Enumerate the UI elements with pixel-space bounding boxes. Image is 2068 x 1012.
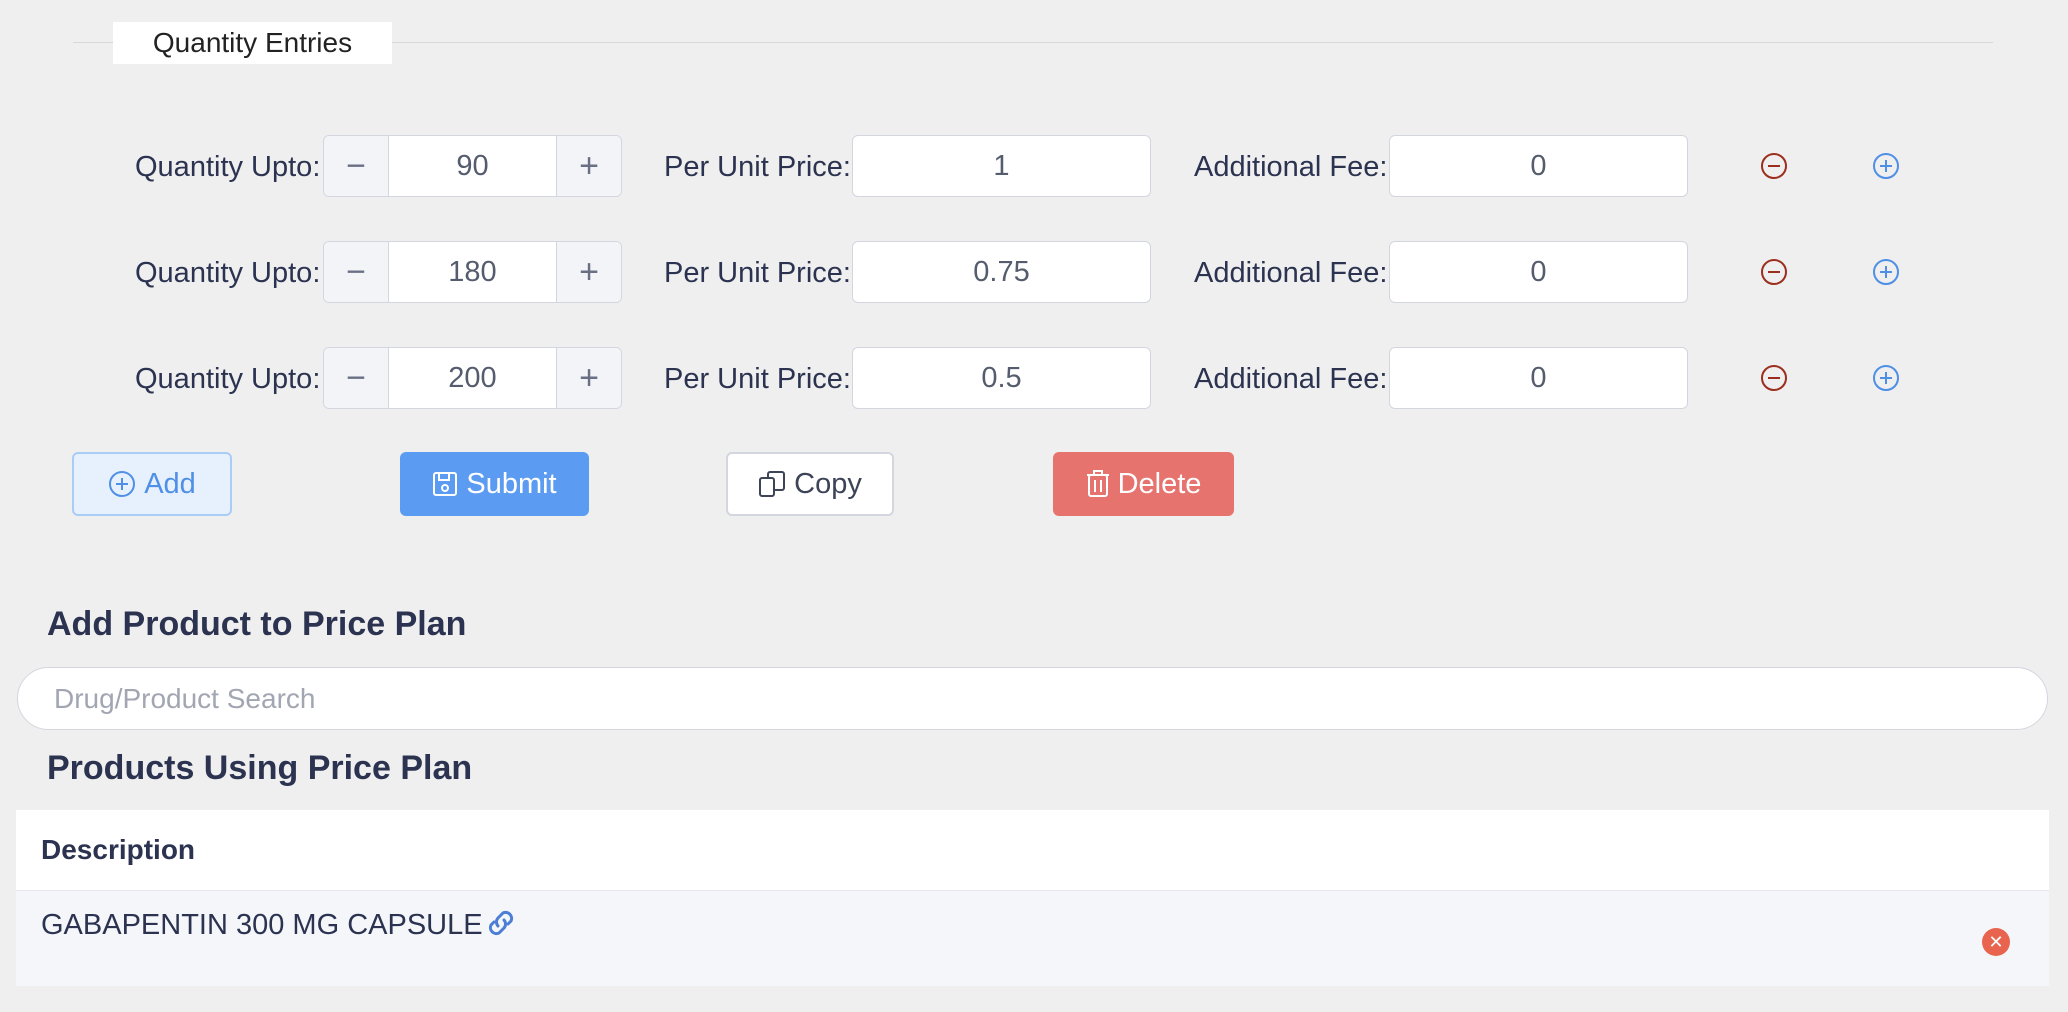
delete-button-label: Delete bbox=[1117, 467, 1202, 500]
products-title: Products Using Price Plan bbox=[47, 749, 473, 787]
additional-fee-input[interactable]: 0 bbox=[1389, 347, 1688, 409]
plus-icon: + bbox=[579, 252, 599, 291]
table-row: GABAPENTIN 300 MG CAPSULE ✕ bbox=[16, 891, 2049, 986]
add-row-icon[interactable] bbox=[1873, 365, 1899, 391]
add-row-icon[interactable] bbox=[1873, 153, 1899, 179]
per-unit-price-label: Per Unit Price: bbox=[664, 151, 851, 183]
quantity-entries-legend: Quantity Entries bbox=[113, 22, 392, 64]
increment-button[interactable]: + bbox=[556, 136, 621, 196]
per-unit-price-label: Per Unit Price: bbox=[664, 257, 851, 289]
add-button-label: Add bbox=[144, 467, 196, 500]
add-product-title: Add Product to Price Plan bbox=[47, 605, 467, 643]
copy-button[interactable]: Copy bbox=[726, 452, 894, 516]
remove-row-icon[interactable] bbox=[1761, 365, 1787, 391]
plus-icon: + bbox=[579, 146, 599, 185]
submit-button[interactable]: Submit bbox=[400, 452, 589, 516]
plus-icon: + bbox=[579, 358, 599, 397]
decrement-button[interactable]: − bbox=[324, 348, 389, 408]
minus-icon: − bbox=[346, 146, 366, 185]
additional-fee-label: Additional Fee: bbox=[1194, 363, 1388, 395]
copy-icon bbox=[759, 471, 786, 497]
increment-button[interactable]: + bbox=[556, 242, 621, 302]
per-unit-price-label: Per Unit Price: bbox=[664, 363, 851, 395]
per-unit-price-input[interactable]: 1 bbox=[852, 135, 1151, 197]
decrement-button[interactable]: − bbox=[324, 136, 389, 196]
submit-button-label: Submit bbox=[466, 467, 557, 500]
plus-circle-icon bbox=[109, 471, 136, 497]
quantity-upto-label: Quantity Upto: bbox=[135, 257, 321, 289]
quantity-upto-label: Quantity Upto: bbox=[135, 151, 321, 183]
remove-product-icon[interactable]: ✕ bbox=[1982, 928, 2010, 956]
add-button[interactable]: Add bbox=[72, 452, 232, 516]
decrement-button[interactable]: − bbox=[324, 242, 389, 302]
products-table: Description GABAPENTIN 300 MG CAPSULE ✕ bbox=[16, 810, 2049, 986]
quantity-stepper: − 200 + bbox=[323, 347, 622, 409]
additional-fee-label: Additional Fee: bbox=[1194, 151, 1388, 183]
quantity-entry-row: Quantity Upto: − 200 + Per Unit Price: 0… bbox=[0, 347, 2068, 411]
additional-fee-input[interactable]: 0 bbox=[1389, 241, 1688, 303]
quantity-entry-row: Quantity Upto: − 90 + Per Unit Price: 1 … bbox=[0, 135, 2068, 199]
column-header-description: Description bbox=[16, 810, 2049, 891]
product-description: GABAPENTIN 300 MG CAPSULE bbox=[41, 909, 483, 941]
remove-row-icon[interactable] bbox=[1761, 259, 1787, 285]
copy-button-label: Copy bbox=[794, 467, 862, 500]
quantity-input[interactable]: 200 bbox=[389, 348, 556, 408]
additional-fee-label: Additional Fee: bbox=[1194, 257, 1388, 289]
increment-button[interactable]: + bbox=[556, 348, 621, 408]
link-icon[interactable] bbox=[483, 907, 519, 939]
additional-fee-input[interactable]: 0 bbox=[1389, 135, 1688, 197]
product-search-input[interactable] bbox=[17, 667, 2048, 730]
save-icon bbox=[433, 472, 458, 496]
quantity-stepper: − 90 + bbox=[323, 135, 622, 197]
quantity-input[interactable]: 90 bbox=[389, 136, 556, 196]
remove-row-icon[interactable] bbox=[1761, 153, 1787, 179]
trash-icon bbox=[1086, 470, 1109, 497]
delete-button[interactable]: Delete bbox=[1053, 452, 1234, 516]
quantity-upto-label: Quantity Upto: bbox=[135, 363, 321, 395]
per-unit-price-input[interactable]: 0.75 bbox=[852, 241, 1151, 303]
minus-icon: − bbox=[346, 252, 366, 291]
quantity-input[interactable]: 180 bbox=[389, 242, 556, 302]
quantity-stepper: − 180 + bbox=[323, 241, 622, 303]
add-row-icon[interactable] bbox=[1873, 259, 1899, 285]
per-unit-price-input[interactable]: 0.5 bbox=[852, 347, 1151, 409]
minus-icon: − bbox=[346, 358, 366, 397]
quantity-entry-row: Quantity Upto: − 180 + Per Unit Price: 0… bbox=[0, 241, 2068, 305]
